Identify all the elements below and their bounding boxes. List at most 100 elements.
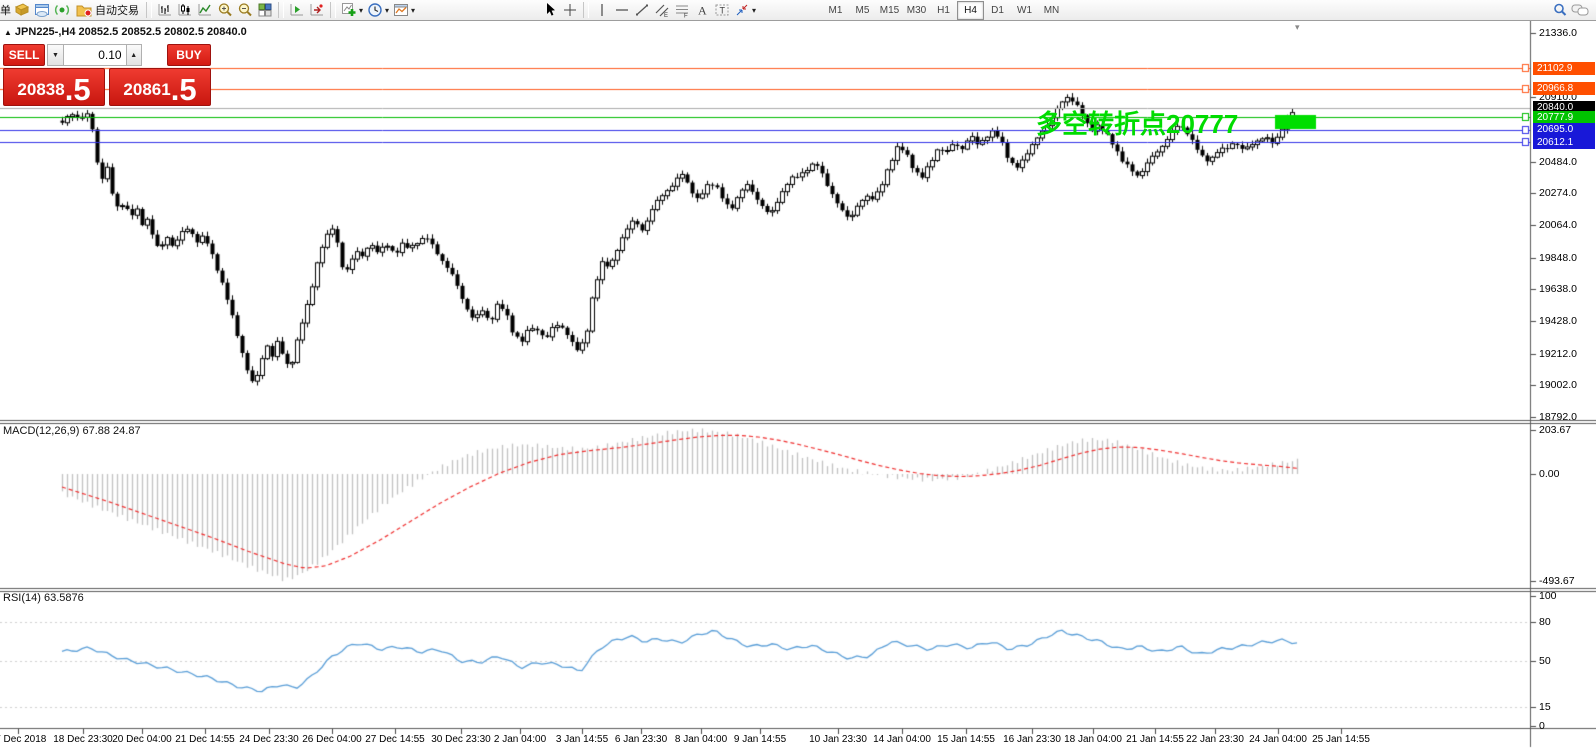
price-level-badge: 21102.9 xyxy=(1533,61,1595,75)
templates-dropdown-arrow[interactable]: ▾ xyxy=(411,6,415,15)
time-axis-label: 15 Jan 14:55 xyxy=(937,734,995,745)
text-label-icon[interactable]: T xyxy=(712,1,732,19)
macd-scale-label: 0.00 xyxy=(1539,468,1560,480)
buy-button[interactable]: BUY xyxy=(166,44,212,66)
line-chart-icon[interactable] xyxy=(195,1,215,19)
time-axis-label: 6 Jan 23:30 xyxy=(614,734,668,745)
chart-window-icon[interactable] xyxy=(32,1,52,19)
horizontal-line-icon[interactable] xyxy=(612,1,632,19)
sell-button[interactable]: SELL xyxy=(3,44,46,66)
timeframe-M30[interactable]: M30 xyxy=(903,1,930,20)
macd-scale-label: -493.67 xyxy=(1539,574,1575,587)
price-tick-label: 19848.0 xyxy=(1539,251,1577,264)
price-tick-label: 21336.0 xyxy=(1539,27,1577,39)
price-tick-label: 19002.0 xyxy=(1539,379,1577,392)
toolbar-separator xyxy=(146,2,152,18)
time-axis: 17 Dec 2018 18 Dec 23:3020 Dec 04:0021 De… xyxy=(0,734,1530,748)
timeframe-H4[interactable]: H4 xyxy=(957,0,984,20)
time-axis-label: 14 Jan 04:00 xyxy=(873,734,931,745)
search-icon[interactable] xyxy=(1550,1,1570,19)
market-watch-icon[interactable] xyxy=(12,1,32,19)
cursor-icon[interactable] xyxy=(540,1,560,19)
indicators-dropdown-arrow[interactable]: ▾ xyxy=(359,6,363,15)
svg-text:E: E xyxy=(664,13,668,18)
vertical-line-icon[interactable] xyxy=(592,1,612,19)
sell-price-main: 20838 xyxy=(17,80,65,99)
buy-price-main: 20861 xyxy=(123,80,171,99)
price-tick-label: 19638.0 xyxy=(1539,283,1577,296)
autotrading-button[interactable]: 自动交易 xyxy=(72,1,143,19)
candlestick-icon[interactable] xyxy=(175,1,195,19)
macd-scale-label: 203.67 xyxy=(1539,423,1572,436)
time-axis-label: 24 Jan 04:00 xyxy=(1249,734,1307,745)
rsi-scale-label: 15 xyxy=(1539,700,1551,713)
timeframe-H1[interactable]: H1 xyxy=(930,1,957,20)
chart-shift-icon[interactable] xyxy=(287,1,307,19)
volume-increase-button[interactable]: ▲ xyxy=(125,44,142,66)
price-tick-label: 20274.0 xyxy=(1539,187,1577,200)
arrows-tool-icon[interactable] xyxy=(732,1,752,19)
chart-plot[interactable] xyxy=(0,0,1596,756)
time-axis-label: 27 Dec 14:55 xyxy=(365,734,425,745)
rsi-scale-label: 50 xyxy=(1539,655,1551,667)
chart-shift-marker-icon: ▾ xyxy=(1295,22,1300,32)
time-axis-label: 21 Dec 14:55 xyxy=(175,734,235,745)
periods-dropdown-arrow[interactable]: ▾ xyxy=(385,6,389,15)
autotrading-folder-icon xyxy=(76,5,92,17)
chart-symbol-period: JPN225-,H4 xyxy=(14,26,76,38)
timeframe-MN[interactable]: MN xyxy=(1038,1,1065,20)
time-axis-label: 24 Dec 23:30 xyxy=(239,734,299,745)
price-level-badge: 20612.1 xyxy=(1533,135,1595,149)
time-axis-label: 22 Jan 23:30 xyxy=(1186,734,1244,745)
text-tool-icon[interactable]: A xyxy=(692,1,712,19)
autotrading-label: 自动交易 xyxy=(95,5,139,17)
time-axis-label: 9 Jan 14:55 xyxy=(733,734,787,745)
time-axis-label: 18 Jan 04:00 xyxy=(1064,734,1122,745)
arrows-dropdown-arrow[interactable]: ▾ xyxy=(752,6,756,15)
crosshair-icon[interactable] xyxy=(560,1,580,19)
auto-scroll-icon[interactable] xyxy=(307,1,327,19)
tile-windows-icon[interactable] xyxy=(255,1,275,19)
sell-price-fraction: .5 xyxy=(64,71,91,107)
price-tick-label: 18792.0 xyxy=(1539,411,1577,423)
fibonacci-icon[interactable]: F xyxy=(672,1,692,19)
chat-icon[interactable] xyxy=(1570,1,1590,19)
bar-chart-icon[interactable] xyxy=(155,1,175,19)
timeframe-M1[interactable]: M1 xyxy=(822,1,849,20)
time-axis-label: 30 Dec 23:30 xyxy=(431,734,491,745)
timeframe-M15[interactable]: M15 xyxy=(876,1,903,20)
toolbar-separator xyxy=(278,2,284,18)
indicators-add-icon[interactable] xyxy=(339,1,359,19)
rsi-scale-label: 0 xyxy=(1539,720,1545,732)
chart-title: ▲ JPN225-,H4 20852.5 20852.5 20802.5 2084… xyxy=(4,26,247,38)
trendline-icon[interactable] xyxy=(632,1,652,19)
time-axis-label: 25 Jan 14:55 xyxy=(1312,734,1370,745)
zoom-out-icon[interactable] xyxy=(235,1,255,19)
timeframe-M5[interactable]: M5 xyxy=(849,1,876,20)
signal-icon[interactable] xyxy=(52,1,72,19)
buy-price-button[interactable]: 20861 .5 xyxy=(109,68,211,106)
templates-icon[interactable] xyxy=(391,1,411,19)
price-level-badge: 20695.0 xyxy=(1533,123,1595,137)
time-axis-label: 17 Dec 2018 xyxy=(0,734,47,745)
price-tick-label: 20484.0 xyxy=(1539,155,1577,168)
equidistant-channel-icon[interactable]: E xyxy=(652,1,672,19)
price-level-badge: 20777.9 xyxy=(1533,110,1595,124)
macd-indicator-label: MACD(12,26,9) 67.88 24.87 xyxy=(3,425,141,437)
volume-input[interactable] xyxy=(63,44,126,66)
price-tick-label: 19428.0 xyxy=(1539,315,1577,327)
sell-price-button[interactable]: 20838 .5 xyxy=(3,68,105,106)
price-axis: 21336.0 20910.0 20484.0 20274.0 20064.0 19848… xyxy=(1532,20,1596,747)
timeframe-D1[interactable]: D1 xyxy=(984,1,1011,20)
volume-decrease-button[interactable]: ▼ xyxy=(47,44,64,66)
zoom-in-icon[interactable] xyxy=(215,1,235,19)
time-axis-label: 2 Jan 04:00 xyxy=(493,734,547,745)
periods-clock-icon[interactable] xyxy=(365,1,385,19)
time-axis-label: 10 Jan 23:30 xyxy=(809,734,867,745)
new-order-button[interactable]: 单 xyxy=(0,2,12,18)
price-tick-label: 20064.0 xyxy=(1539,219,1577,231)
buy-price-fraction: .5 xyxy=(170,71,197,107)
timeframe-W1[interactable]: W1 xyxy=(1011,1,1038,20)
svg-text:T: T xyxy=(720,6,726,16)
time-axis-label: 3 Jan 14:55 xyxy=(555,734,609,745)
